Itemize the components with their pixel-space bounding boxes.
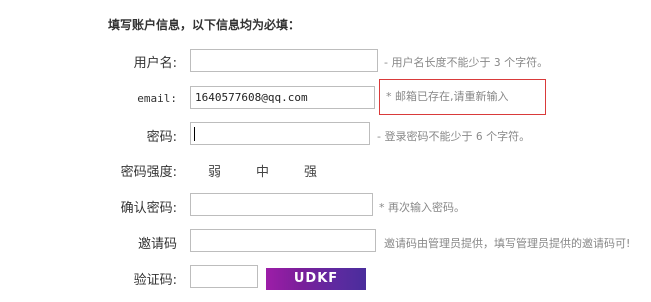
email-error-message: * 邮箱已存在,请重新输入 xyxy=(379,79,546,115)
username-input[interactable] xyxy=(190,49,378,72)
confirm-password-label: 确认密码: xyxy=(120,201,177,216)
username-hint: - 用户名长度不能少于 3 个字符。 xyxy=(384,54,548,70)
username-hint-suffix: 个字符。 xyxy=(504,56,549,69)
strength-medium: 中 xyxy=(256,165,270,180)
text-cursor xyxy=(194,127,195,141)
password-hint: - 登录密码不能少于 6 个字符。 xyxy=(377,128,530,144)
password-label: 密码: xyxy=(146,130,177,145)
confirm-password-hint: * 再次输入密码。 xyxy=(379,201,465,214)
invite-code-label: 邀请码 xyxy=(137,237,177,252)
invite-code-hint: 邀请码由管理员提供，填写管理员提供的邀请码可! xyxy=(384,237,631,250)
password-hint-number: 6 xyxy=(475,130,483,143)
email-label: email: xyxy=(137,92,177,105)
captcha-input[interactable] xyxy=(190,265,258,288)
captcha-label: 验证码: xyxy=(133,273,177,288)
email-input[interactable]: 1640577608@qq.com xyxy=(190,86,375,109)
form-heading: 填写账户信息，以下信息均为必填： xyxy=(108,18,301,32)
strength-weak: 弱 xyxy=(208,165,222,180)
username-label: 用户名: xyxy=(133,56,177,71)
username-hint-number: 3 xyxy=(493,56,501,69)
invite-code-input[interactable] xyxy=(190,229,376,252)
captcha-image[interactable]: UDKF xyxy=(266,268,366,290)
password-hint-prefix: - 登录密码不能少于 xyxy=(377,130,473,143)
password-hint-suffix: 个字符。 xyxy=(486,130,531,143)
strength-label: 密码强度: xyxy=(120,165,177,180)
strength-strong: 强 xyxy=(304,165,318,180)
username-hint-prefix: - 用户名长度不能少于 xyxy=(384,56,491,69)
password-input[interactable] xyxy=(190,122,370,145)
confirm-password-input[interactable] xyxy=(190,193,373,216)
